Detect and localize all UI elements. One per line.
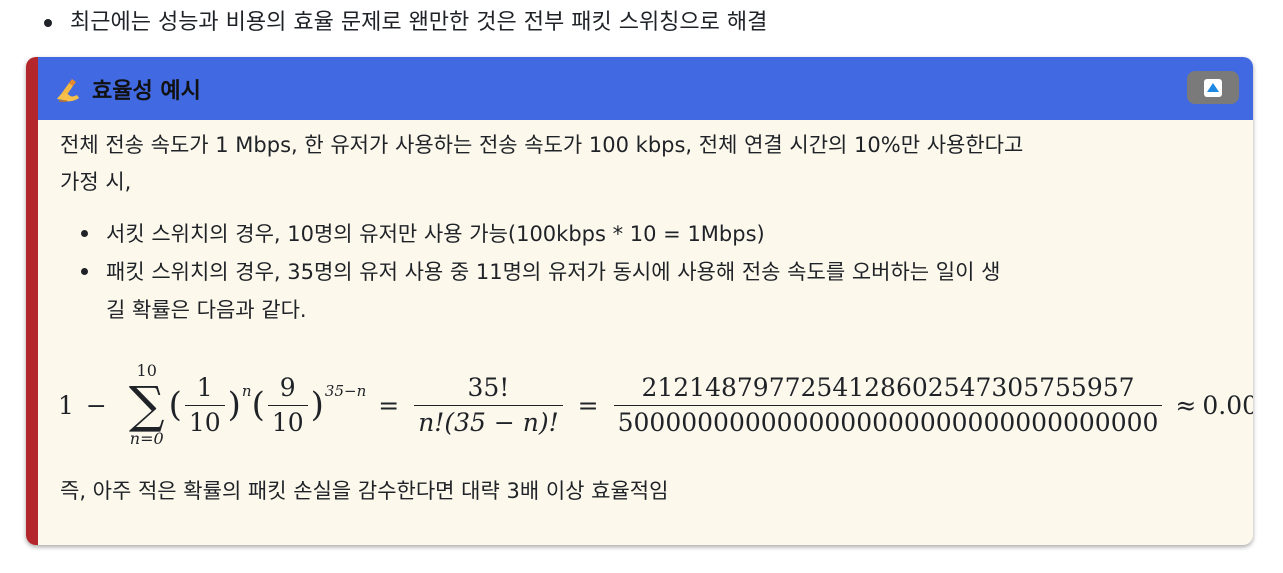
fraction-numerator: 1 [196,373,213,402]
chevron-up-icon [1204,78,1222,97]
right-paren: ) [310,385,324,425]
formula-minus: − [85,390,107,420]
top-bullet-text: 최근에는 성능과 비용의 효율 문제로 왠만한 것은 전부 패킷 스위칭으로 해… [70,10,768,35]
fraction-numerator: 35! [467,373,510,402]
callout-title: 효율성 예시 [92,78,201,104]
intro-line-2: 가정 시, [60,170,132,194]
efficiency-example-callout: 효율성 예시 전체 전송 속도가 1 Mbps, 한 유저가 사용하는 전송 속… [26,57,1253,545]
callout-body: 전체 전송 속도가 1 Mbps, 한 유저가 사용하는 전송 속도가 100 … [60,127,1240,329]
fraction-one-tenth: 1 10 [184,373,225,437]
callout-accent-stripe [26,57,38,545]
collapse-button[interactable] [1187,71,1239,104]
exponent-n: n [241,382,252,400]
formula-approx: ≈ [1175,390,1197,420]
fraction-denominator: 10 [267,404,308,437]
intro-line-1: 전체 전송 속도가 1 Mbps, 한 유저가 사용하는 전송 속도가 100 … [60,133,1024,157]
fraction-numerator: 2121487977254128602547305755957 [641,373,1135,402]
case-circuit-text: 서킷 스위치의 경우, 10명의 유저만 사용 가능(100kbps * 10 … [106,222,765,246]
list-item: 패킷 스위치의 경우, 35명의 유저 사용 중 11명의 유저가 동시에 사용… [81,253,1240,329]
formula-equals: = [378,390,400,420]
callout-header[interactable]: 효율성 예시 [38,57,1253,120]
intro-paragraph: 전체 전송 속도가 1 Mbps, 한 유저가 사용하는 전송 속도가 100 … [60,127,1240,201]
bullet-dot [44,19,52,27]
sigma-symbol: ∑ [128,376,165,434]
case-list: 서킷 스위치의 경우, 10명의 유저만 사용 가능(100kbps * 10 … [60,215,1240,329]
list-item: 서킷 스위치의 경우, 10명의 유저만 사용 가능(100kbps * 10 … [81,215,1240,253]
summation: 10 ∑ n=0 [129,363,165,447]
exponent-35-minus-n: 35−n [324,382,367,400]
writing-hand-icon [54,74,84,104]
fraction-binomial: 35! n!(35 − n)! [414,373,563,437]
left-paren: ( [168,385,182,425]
fraction-exact-value: 2121487977254128602547305755957 50000000… [613,373,1163,437]
fraction-denominator: 5000000000000000000000000000000000 [613,404,1163,437]
sum-lower-limit: n=0 [129,429,164,448]
formula-result: 0.000424298 [1202,390,1253,420]
case-packet-line-2: 길 확률은 다음과 같다. [106,298,307,322]
formula-one: 1 [58,390,74,420]
fraction-denominator: 10 [184,404,225,437]
top-bullet-item: 최근에는 성능과 비용의 효율 문제로 왠만한 것은 전부 패킷 스위칭으로 해… [44,6,767,40]
case-packet-line-1: 패킷 스위치의 경우, 35명의 유저 사용 중 11명의 유저가 동시에 사용… [106,260,1001,284]
probability-formula: 1 − 10 ∑ n=0 ( 1 10 ) n ( 9 10 ) 35−n = … [58,363,1253,447]
fraction-numerator: 9 [279,373,296,402]
left-paren: ( [251,385,265,425]
fraction-denominator: n!(35 − n)! [414,404,563,437]
conclusion-text: 즉, 아주 적은 확률의 패킷 손실을 감수한다면 대략 3배 이상 효율적임 [60,479,669,503]
right-paren: ) [227,385,241,425]
fraction-nine-tenths: 9 10 [267,373,308,437]
formula-equals: = [577,390,599,420]
